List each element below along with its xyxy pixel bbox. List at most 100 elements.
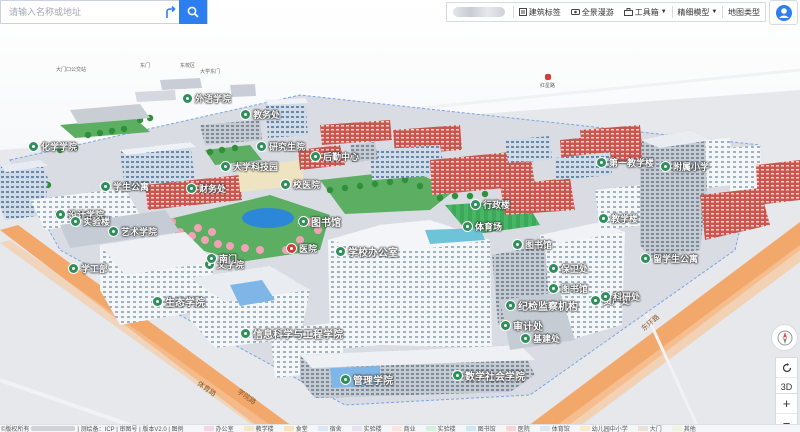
map-label-text: 后勤中心 <box>323 152 360 162</box>
poi-pin-icon <box>596 157 607 168</box>
legend-label: 实验楼 <box>363 427 382 432</box>
user-avatar-button[interactable] <box>769 0 798 25</box>
tree <box>356 182 364 190</box>
legend-item: 图书馆 <box>465 425 496 432</box>
map-label-text: 图书馆 <box>525 240 553 250</box>
building-labels-button[interactable]: 建筑标签 <box>514 3 566 21</box>
search-input[interactable] <box>1 1 161 23</box>
map-label-text: 艺术学院 <box>121 227 158 237</box>
poi-pin-icon <box>152 296 163 307</box>
poi-pin-icon <box>520 333 531 344</box>
tree <box>194 224 202 232</box>
map-label[interactable]: 生态学院 <box>152 294 205 309</box>
map-label[interactable]: 图书馆 <box>548 282 588 295</box>
map-label[interactable]: 校医院 <box>280 178 320 191</box>
map-label[interactable]: 财务处 <box>186 182 226 195</box>
map-label[interactable]: 医院 <box>286 242 317 255</box>
map-label[interactable]: 学校办公室 <box>335 244 398 259</box>
poi-pin-icon <box>220 161 231 172</box>
legend-swatch <box>671 426 682 431</box>
map-label[interactable]: 基建处 <box>520 332 560 345</box>
compass-button[interactable] <box>771 324 798 351</box>
tree <box>120 125 128 133</box>
map-label-text: 数学社会学院 <box>465 372 525 383</box>
map-label-text: 审计处 <box>513 322 543 333</box>
map-label[interactable]: 学工部 <box>68 262 108 275</box>
toolbox-label: 工具箱 <box>634 7 659 17</box>
tree <box>96 129 104 137</box>
map-label[interactable]: 外语学院 <box>182 92 231 105</box>
location-selector[interactable] <box>453 7 506 17</box>
map-label[interactable]: 留学生公寓 <box>640 252 698 265</box>
poi-pin-icon <box>640 253 651 264</box>
tree <box>84 131 92 139</box>
map-small-label: 大门口公交站 <box>56 67 87 73</box>
map-scene[interactable] <box>0 0 800 432</box>
map-label[interactable]: 大学科技园 <box>220 160 278 173</box>
legend-label: 宿舍 <box>329 427 342 432</box>
legend-label: 食堂 <box>295 427 308 432</box>
map-label[interactable]: 管理学院 <box>340 372 393 387</box>
legend-item: 食堂 <box>283 425 308 432</box>
map-label[interactable]: 科研处 <box>600 290 640 303</box>
map-label[interactable]: 学生公寓 <box>100 180 149 193</box>
map-3d-view[interactable]: 图书馆 学校办公室 生态学院 信息科学与工程学院 管理学院 数学社会学院 纪检监察机构 审计处… <box>0 0 800 432</box>
map-label[interactable]: 体育场 <box>462 220 502 233</box>
map-label[interactable]: 化学学院 <box>28 140 77 153</box>
map-label[interactable]: 后勤中心 <box>310 150 359 163</box>
map-label[interactable]: 信息科学与工程学院 <box>240 326 343 341</box>
map-label[interactable]: 附属小学 <box>660 160 709 173</box>
map-label-text: 留学生公寓 <box>653 254 699 264</box>
map-label[interactable]: 图书馆 <box>512 238 552 251</box>
poi-pin-icon <box>28 141 39 152</box>
search-button[interactable] <box>179 0 207 24</box>
poi-pin-icon <box>335 246 346 257</box>
map-label[interactable]: 保卫处 <box>548 262 588 275</box>
tree <box>226 242 234 250</box>
map-label-text: 实验楼 <box>83 217 111 227</box>
panorama-button[interactable]: 全景漫游 <box>566 3 619 21</box>
poi-pin-icon <box>452 370 463 381</box>
legend-label: 图书馆 <box>477 427 496 432</box>
poi-pin-icon <box>548 283 559 294</box>
legend-item: 体育馆 <box>539 425 570 432</box>
map-label-text: 图书馆 <box>561 284 589 294</box>
map-label[interactable]: 教学楼 <box>598 212 638 225</box>
view-controls: 3D <box>775 357 798 397</box>
map-label[interactable]: 纪检监察机构 <box>505 298 578 313</box>
tree <box>214 240 222 248</box>
map-label-text: 大学科技园 <box>233 162 279 172</box>
map-label[interactable]: 行政楼 <box>470 198 510 211</box>
poi-pin-icon <box>298 216 309 227</box>
map-label[interactable]: 图书馆 <box>298 214 341 229</box>
poi-pin-icon <box>240 109 251 120</box>
panorama-icon <box>570 9 580 15</box>
panorama-label: 全景漫游 <box>581 7 614 17</box>
map-label-text: 学工部 <box>81 264 109 274</box>
map-label[interactable]: 数学社会学院 <box>452 368 525 383</box>
map-label[interactable]: 第一教学楼 <box>596 156 654 169</box>
map-label[interactable]: 实验楼 <box>70 215 110 228</box>
toolbox-button[interactable]: 工具箱 ▼ <box>619 3 672 21</box>
legend-label: 办公室 <box>215 427 234 432</box>
map-label[interactable]: 审计处 <box>500 318 543 333</box>
map-label[interactable]: 研究生院 <box>256 140 305 153</box>
map-label[interactable]: 艺术学院 <box>108 225 157 238</box>
map-label[interactable]: 教务处 <box>240 108 280 121</box>
reset-icon <box>782 362 791 372</box>
map-label-text: 学校办公室 <box>348 248 398 259</box>
zoom-in-button[interactable]: + <box>776 394 797 413</box>
landmark-marker[interactable] <box>545 74 551 80</box>
route-button[interactable] <box>161 1 179 23</box>
model-detail-label: 精细模型 <box>677 7 710 17</box>
map-label[interactable]: 南门 <box>206 252 237 265</box>
chevron-down-icon: ▼ <box>711 9 718 15</box>
map-type-button[interactable]: 地图类型 <box>723 3 765 21</box>
copyright-info: ©版权所有 | 测绘备：ICP | 审图号 | 版本V2.0 | 图例 <box>0 425 184 432</box>
tree <box>241 244 249 252</box>
poi-pin-icon <box>660 161 671 172</box>
legend-item: 幼儿园中小学 <box>579 425 628 432</box>
tree <box>416 182 424 190</box>
model-detail-select[interactable]: 精细模型 ▼ <box>672 3 722 21</box>
reset-view-button[interactable] <box>776 358 797 377</box>
